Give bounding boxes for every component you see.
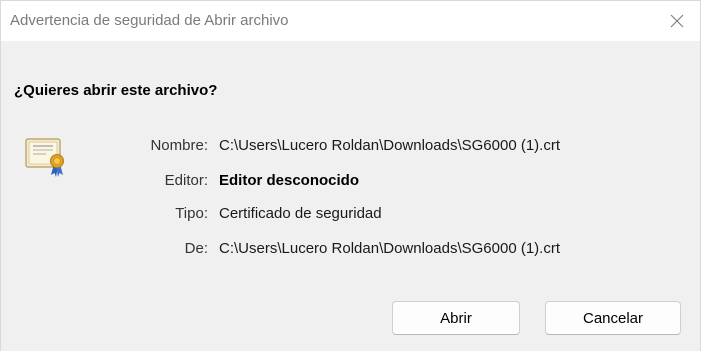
- window-title: Advertencia de seguridad de Abrir archiv…: [10, 12, 289, 29]
- publisher-label: Editor:: [164, 172, 208, 189]
- dialog-question: ¿Quieres abrir este archivo?: [14, 82, 218, 99]
- type-value: Certificado de seguridad: [219, 205, 382, 222]
- detail-row-publisher: Editor: Editor desconocido: [1, 172, 700, 192]
- title-bar: Advertencia de seguridad de Abrir archiv…: [1, 1, 700, 41]
- close-button[interactable]: [654, 1, 700, 41]
- close-icon: [670, 14, 684, 28]
- name-label: Nombre:: [150, 137, 208, 154]
- publisher-value: Editor desconocido: [219, 172, 360, 189]
- type-label: Tipo:: [175, 205, 208, 222]
- from-label: De:: [184, 240, 208, 257]
- dialog-content: ¿Quieres abrir este archivo? Nombre: C:\…: [1, 41, 700, 351]
- detail-row-name: Nombre: C:\Users\Lucero Roldan\Downloads…: [1, 137, 700, 157]
- cancel-button[interactable]: Cancelar: [545, 301, 681, 335]
- security-warning-dialog: Advertencia de seguridad de Abrir archiv…: [0, 0, 701, 351]
- name-value: C:\Users\Lucero Roldan\Downloads\SG6000 …: [219, 137, 560, 154]
- detail-row-type: Tipo: Certificado de seguridad: [1, 205, 700, 225]
- from-value: C:\Users\Lucero Roldan\Downloads\SG6000 …: [219, 240, 560, 257]
- open-button[interactable]: Abrir: [392, 301, 520, 335]
- detail-row-from: De: C:\Users\Lucero Roldan\Downloads\SG6…: [1, 240, 700, 260]
